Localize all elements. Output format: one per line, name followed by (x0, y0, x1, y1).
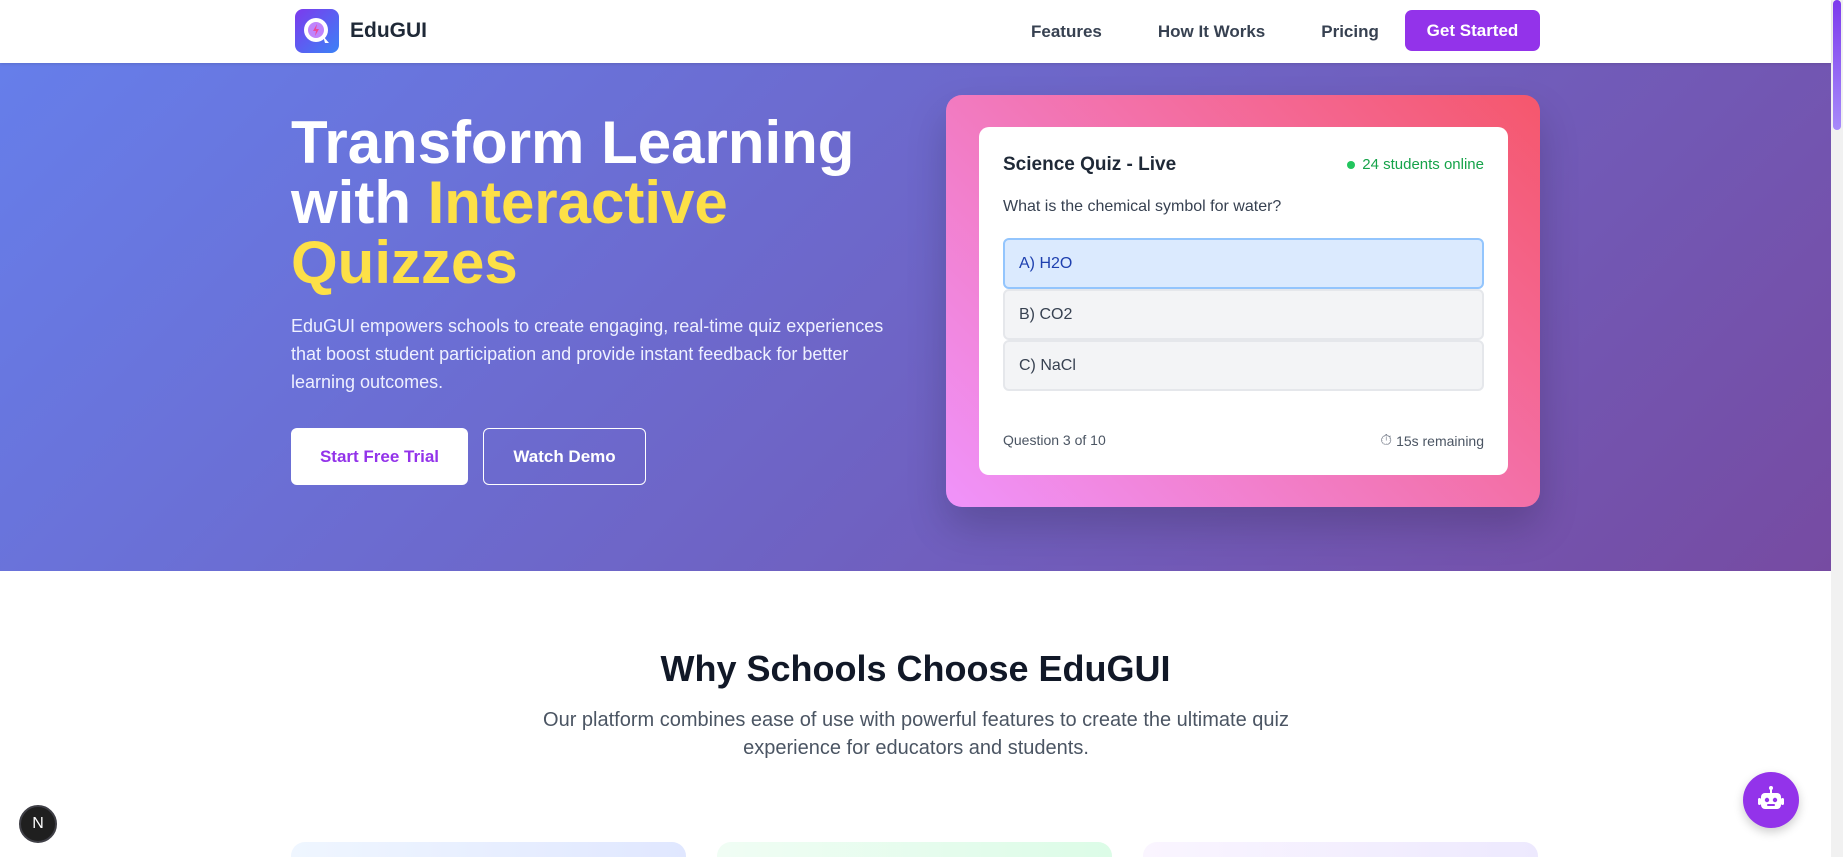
quiz-timer-text: 15s remaining (1396, 432, 1484, 449)
chat-bot-button[interactable] (1743, 772, 1799, 828)
online-dot-icon (1347, 160, 1356, 169)
watch-demo-button[interactable]: Watch Demo (483, 428, 646, 485)
hero-title-accent-1: Interactive (427, 169, 728, 236)
page-scrollbar[interactable] (1831, 0, 1843, 857)
quiz-question: What is the chemical symbol for water? (1003, 198, 1282, 215)
scrollbar-thumb[interactable] (1833, 0, 1841, 130)
quiz-option-b[interactable]: B) CO2 (1003, 289, 1484, 340)
quiz-preview-frame: Science Quiz - Live 24 students online W… (946, 95, 1540, 507)
quiz-progress: Question 3 of 10 (1003, 432, 1106, 448)
navbar: EduGUI Features How It Works Pricing Get… (0, 0, 1831, 63)
logo-icon (295, 9, 339, 53)
nav-link-how-it-works[interactable]: How It Works (1158, 22, 1265, 42)
quiz-card: Science Quiz - Live 24 students online W… (979, 127, 1508, 475)
hero-title-accent-2: Quizzes (291, 229, 518, 296)
brand-name: EduGUI (350, 19, 427, 42)
quiz-option-c[interactable]: C) NaCl (1003, 340, 1484, 391)
online-count: 24 students online (1362, 156, 1484, 173)
nav-links: Features How It Works Pricing (1031, 0, 1435, 63)
section-title: Why Schools Choose EduGUI (660, 648, 1171, 689)
get-started-button[interactable]: Get Started (1405, 10, 1540, 51)
stopwatch-icon: ⏱ (1380, 432, 1393, 449)
hero-title-line1: Transform Learning (291, 109, 855, 176)
hero-subtitle: EduGUI empowers schools to create engagi… (291, 316, 884, 392)
quiz-option-a[interactable]: A) H2O (1003, 238, 1484, 289)
next-dev-badge[interactable]: N (19, 805, 57, 843)
feature-card-3 (1143, 842, 1538, 857)
robot-icon (1758, 786, 1784, 809)
feature-card-2 (717, 842, 1112, 857)
online-status: 24 students online (1347, 156, 1484, 173)
start-free-trial-button[interactable]: Start Free Trial (291, 428, 468, 485)
quiz-timer: ⏱ 15s remaining (1380, 432, 1484, 449)
feature-card-1 (291, 842, 686, 857)
hero-section: Transform Learning with Interactive Quiz… (0, 63, 1831, 571)
hero-title: Transform Learning with Interactive Quiz… (291, 113, 931, 293)
nav-link-features[interactable]: Features (1031, 22, 1102, 42)
quiz-title: Science Quiz - Live (1003, 154, 1177, 175)
section-subtitle: Our platform combines ease of use with p… (543, 709, 1289, 759)
nav-link-pricing[interactable]: Pricing (1321, 22, 1379, 42)
brand-logo[interactable]: EduGUI (295, 9, 427, 53)
hero-title-with: with (291, 169, 428, 236)
